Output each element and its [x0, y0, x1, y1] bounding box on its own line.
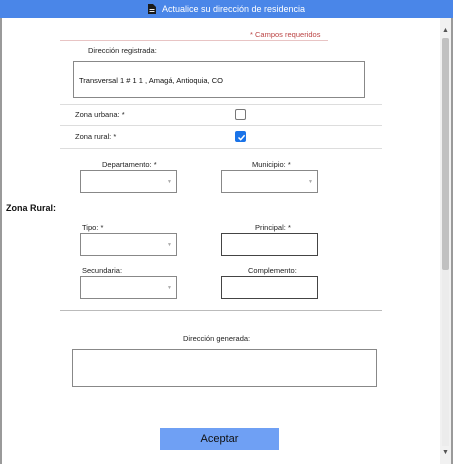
zona-urbana-checkbox[interactable]	[235, 109, 246, 120]
departamento-label: Departamento: *	[102, 160, 157, 169]
complemento-input[interactable]	[221, 276, 318, 299]
scroll-down-arrow-icon[interactable]: ▼	[440, 448, 451, 458]
registered-address-label: Dirección registrada:	[88, 46, 157, 55]
secundaria-label: Secundaria:	[82, 266, 123, 275]
scroll-up-arrow-icon[interactable]: ▲	[440, 26, 451, 36]
required-fields-note: * Campos requeridos	[250, 30, 321, 39]
municipio-select[interactable]: ▼	[221, 170, 318, 193]
municipio-label: Municipio: *	[252, 160, 291, 169]
divider	[60, 104, 382, 105]
divider	[60, 40, 328, 41]
chevron-down-icon: ▼	[308, 178, 313, 185]
dialog-title: Actualice su dirección de residencia	[161, 4, 306, 14]
scrollbar-track[interactable]	[442, 38, 449, 446]
principal-input[interactable]	[221, 233, 318, 256]
tipo-label: Tipo: *	[82, 223, 104, 232]
document-icon	[147, 4, 156, 14]
checkmark-icon	[237, 134, 246, 141]
window-border-left	[0, 18, 2, 464]
secundaria-select[interactable]: ▼	[80, 276, 177, 299]
zona-rural-section-title: Zona Rural:	[6, 203, 57, 213]
divider	[60, 310, 382, 311]
generated-address-label: Dirección generada:	[183, 334, 251, 343]
scrollbar-thumb[interactable]	[442, 38, 449, 270]
zona-rural-checkbox[interactable]	[235, 131, 246, 142]
generated-address-box	[72, 349, 377, 387]
complemento-label: Complemento:	[248, 266, 297, 275]
departamento-select[interactable]: ▼	[80, 170, 177, 193]
vertical-scrollbar[interactable]: ▲ ▼	[440, 18, 451, 464]
chevron-down-icon: ▼	[167, 178, 172, 185]
divider	[60, 148, 382, 149]
chevron-down-icon: ▼	[167, 284, 172, 291]
accept-button[interactable]: Aceptar	[160, 428, 279, 450]
dialog-header: Actualice su dirección de residencia	[0, 0, 453, 18]
chevron-down-icon: ▼	[167, 241, 172, 248]
registered-address-box: Transversal 1 # 1 1 , Amagá, Antioquia, …	[73, 61, 365, 98]
zona-urbana-label: Zona urbana: *	[75, 110, 125, 119]
zona-rural-label: Zona rural: *	[75, 132, 117, 141]
divider	[60, 125, 382, 126]
tipo-select[interactable]: ▼	[80, 233, 177, 256]
principal-label: Principal: *	[255, 223, 291, 232]
